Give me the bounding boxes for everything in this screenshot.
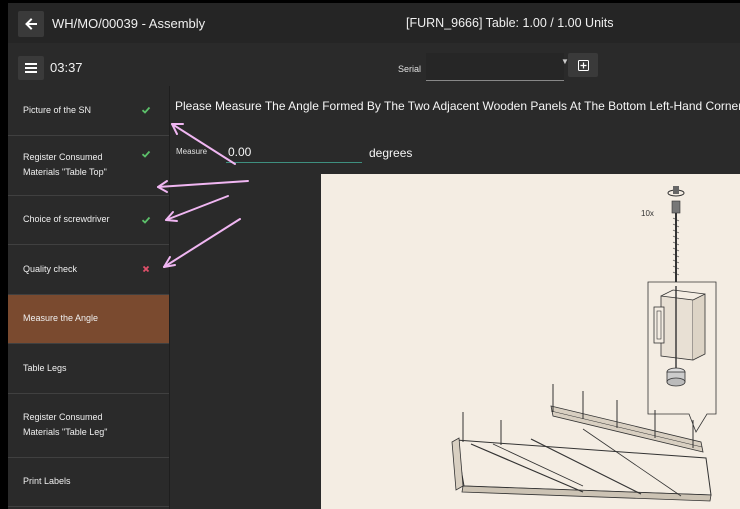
menu-button[interactable] — [18, 56, 44, 80]
step-picture-of-sn[interactable]: Picture of the SN — [8, 86, 169, 136]
measure-unit: degrees — [369, 146, 413, 160]
back-button[interactable] — [18, 11, 44, 37]
step-instruction: Please Measure The Angle Formed By The T… — [175, 99, 740, 113]
hamburger-menu-icon — [25, 63, 37, 73]
work-order-app: WH/MO/00039 - Assembly [FURN_9666] Table… — [8, 3, 740, 509]
step-label: Register Consumed Materials "Table Top" — [23, 152, 107, 177]
plus-square-icon — [577, 59, 589, 71]
step-label: Picture of the SN — [23, 104, 92, 115]
serial-label: Serial — [398, 64, 422, 74]
step-label: Print Labels — [23, 476, 71, 487]
step-label: Register Consumed Materials "Table Leg" — [23, 412, 108, 437]
step-table-legs[interactable]: Table Legs — [8, 344, 169, 394]
top-bar: WH/MO/00039 - Assembly [FURN_9666] Table… — [8, 3, 740, 43]
sub-bar: 03:37 Serial ▼ — [8, 43, 740, 86]
step-label: Quality check — [23, 263, 78, 274]
assembly-diagram: 10x — [451, 186, 717, 502]
step-register-table-top[interactable]: Register Consumed Materials "Table Top" — [8, 136, 169, 196]
step-measure-the-angle[interactable]: Measure the Angle — [8, 294, 169, 344]
product-quantity-info: [FURN_9666] Table: 1.00 / 1.00 Units — [406, 16, 614, 30]
serial-select[interactable] — [426, 53, 564, 81]
checkmark-icon — [141, 107, 151, 115]
step-label: Table Legs — [23, 362, 67, 373]
cross-icon — [142, 266, 150, 273]
step-print-labels[interactable]: Print Labels — [8, 458, 169, 507]
steps-sidebar: Picture of the SN Register Consumed Mate… — [8, 86, 170, 509]
work-order-title: WH/MO/00039 - Assembly — [52, 16, 206, 31]
arrow-left-icon — [25, 18, 37, 30]
timer: 03:37 — [50, 60, 83, 75]
step-quality-check[interactable]: Quality check — [8, 245, 169, 295]
step-label: Choice of screwdriver — [23, 214, 110, 225]
measure-input[interactable] — [226, 141, 362, 163]
step-label: Measure the Angle — [23, 313, 99, 324]
quantity-text: 10x — [641, 209, 654, 218]
step-content: Please Measure The Angle Formed By The T… — [171, 86, 740, 509]
serial-add-button[interactable] — [568, 53, 598, 77]
measure-label: Measure — [176, 147, 208, 156]
step-register-table-leg[interactable]: Register Consumed Materials "Table Leg" — [8, 394, 169, 458]
checkmark-icon — [141, 150, 151, 158]
worksheet-image: 10x — [321, 174, 740, 509]
step-choice-of-screwdriver[interactable]: Choice of screwdriver — [8, 196, 169, 245]
checkmark-icon — [141, 216, 151, 224]
